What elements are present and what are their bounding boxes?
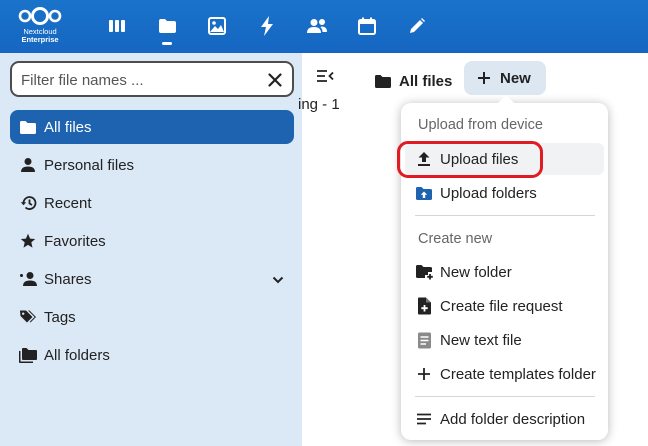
history-icon [16,195,40,211]
sidebar-item-favorites[interactable]: Favorites [10,224,294,258]
description-icon [414,413,434,425]
menu-section-create: Create new [418,231,493,247]
share-icon [16,271,40,287]
sidebar-item-label: Personal files [44,156,135,174]
filter-search-box [10,61,294,97]
sidebar-item-all-files[interactable]: All files [10,110,294,144]
menu-item-label: New text file [440,331,522,349]
active-app-indicator [162,42,172,45]
star-icon [16,233,40,249]
sidebar-item-shares[interactable]: Shares [10,262,294,296]
sidebar-item-personal-files[interactable]: Personal files [10,148,294,182]
sidebar-item-label: Shares [44,270,92,288]
sidebar-item-recent[interactable]: Recent [10,186,294,220]
file-request-icon [414,297,434,315]
app-contacts[interactable] [301,10,333,42]
account-icon [16,157,40,173]
folder-icon [158,19,176,33]
nextcloud-logo[interactable]: Nextcloud Enterprise [10,4,70,50]
sidebar-item-label: All files [44,118,92,136]
menu-item-new-text-file[interactable]: New text file [405,324,604,356]
sidebar-item-label: Tags [44,308,76,326]
menu-item-label: Add folder description [440,410,586,428]
menu-separator [415,215,595,216]
files-sidebar: All files Personal files Recent Favorite… [0,53,302,446]
menu-section-upload: Upload from device [418,117,543,133]
menu-item-add-folder-description[interactable]: Add folder description [405,403,604,435]
menu-item-label: Upload folders [440,184,537,202]
new-button-label: New [500,69,531,87]
sidebar-item-label: All folders [44,346,110,364]
dashboard-icon [109,20,125,32]
menu-item-upload-folders[interactable]: Upload folders [405,177,604,209]
close-icon [268,73,282,87]
contacts-icon [307,19,327,33]
menu-separator [415,396,595,397]
app-files[interactable] [151,10,183,45]
tag-icon [16,309,40,325]
plus-icon [477,71,491,85]
menu-collapse-icon [317,70,334,82]
breadcrumb-label: All files [399,72,453,90]
folder-upload-icon [414,186,434,201]
plus-icon [414,367,434,381]
menu-item-new-folder[interactable]: New folder [405,256,604,288]
top-header: Nextcloud Enterprise [0,0,648,53]
app-dashboard[interactable] [101,10,133,42]
highlight-annotation [397,141,543,178]
pencil-icon [410,18,425,33]
text-file-icon [414,332,434,349]
menu-item-label: New folder [440,263,512,281]
app-notes[interactable] [401,10,433,42]
lightning-icon [261,16,273,36]
menu-item-create-file-request[interactable]: Create file request [405,290,604,322]
breadcrumb[interactable]: All files [374,67,452,95]
menu-caret [497,95,515,104]
app-photos[interactable] [201,10,233,42]
app-calendar[interactable] [351,10,383,42]
toggle-sidebar-button[interactable] [316,69,334,88]
app-activity[interactable] [251,10,283,42]
folder-icon [374,74,392,89]
background-file-text: ing - 1 [298,96,340,113]
brand-edition: Enterprise [21,35,59,44]
folder-icon [16,120,40,135]
sidebar-item-all-folders[interactable]: All folders [10,338,294,372]
menu-item-label: Create templates folder [440,365,596,383]
image-icon [208,17,226,35]
filter-input[interactable] [21,70,261,90]
menu-item-label: Create file request [440,297,563,315]
calendar-icon [358,17,376,35]
folder-plus-icon [414,264,434,280]
sidebar-item-tags[interactable]: Tags [10,300,294,334]
chevron-down-icon[interactable] [272,271,284,288]
nextcloud-logo-icon [18,7,62,25]
menu-item-create-templates-folder[interactable]: Create templates folder [405,358,604,390]
clear-filter-button[interactable] [265,70,285,90]
sidebar-item-label: Favorites [44,232,106,250]
new-button[interactable]: New [464,61,546,95]
folder-multiple-icon [16,347,40,364]
sidebar-item-label: Recent [44,194,92,212]
